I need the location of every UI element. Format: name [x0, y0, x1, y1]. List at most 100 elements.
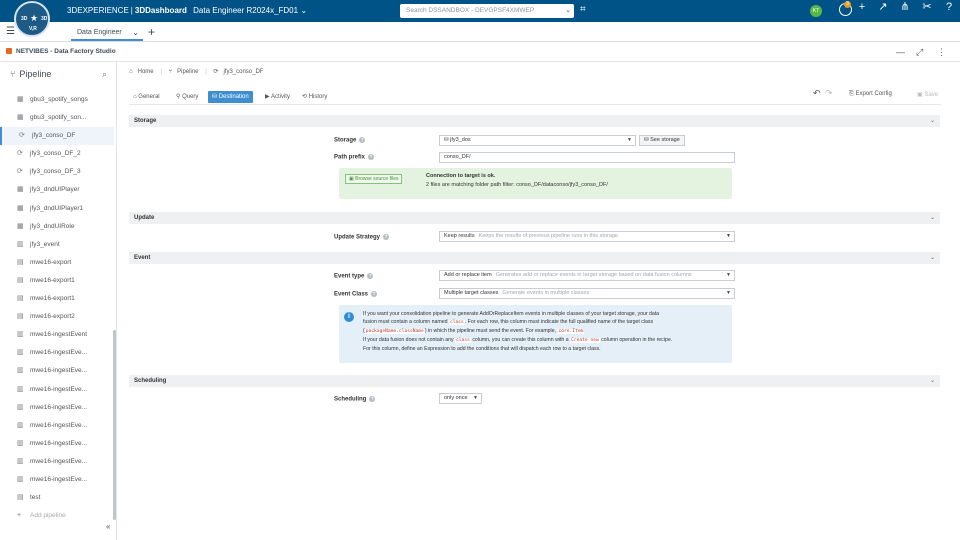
- pipeline-type-icon: ▥: [17, 349, 24, 357]
- compass-logo-icon[interactable]: 3D ★ 3D V,R: [14, 1, 50, 37]
- event-type-select[interactable]: Add or replace item Generates add or repl…: [439, 270, 735, 281]
- help-icon[interactable]: ?: [367, 273, 374, 279]
- sidebar-item-pipeline[interactable]: ▥ mwe16-ingestEve...: [0, 399, 114, 417]
- sidebar-item-pipeline[interactable]: ▤ mwe16-export2: [0, 308, 114, 326]
- tab-activity[interactable]: ▶ Activity: [261, 91, 294, 103]
- sidebar-item-pipeline[interactable]: ▤ mwe16-export: [0, 254, 114, 272]
- help-icon[interactable]: ?: [942, 0, 956, 14]
- add-icon: +: [17, 512, 22, 520]
- search-scope-chevron-icon[interactable]: ⌄: [565, 6, 571, 14]
- path-prefix-input[interactable]: conso_DF/: [439, 152, 735, 163]
- sidebar-item-pipeline[interactable]: ▤ mwe16-export1: [0, 272, 114, 290]
- scheduling-select[interactable]: only once ▼: [439, 393, 482, 404]
- info-text-7: column, you can create this column with …: [472, 337, 569, 343]
- add-tab-icon[interactable]: +: [148, 25, 155, 39]
- hamburger-menu-icon[interactable]: ☰: [6, 26, 15, 37]
- tab-general[interactable]: ⌂ General: [129, 91, 164, 103]
- pipeline-type-icon: ▦: [17, 204, 24, 212]
- help-icon[interactable]: ?: [371, 291, 378, 297]
- sidebar-item-pipeline[interactable]: ▥ mwe16-ingestEve...: [0, 344, 114, 362]
- sidebar-item-pipeline[interactable]: ▤ mwe16-export1: [0, 290, 114, 308]
- sidebar-item-pipeline[interactable]: ▥ mwe16-ingestEve...: [0, 453, 114, 471]
- sidebar-item-pipeline[interactable]: ▦ gbu3_spotify_son...: [0, 109, 114, 127]
- browse-source-files-button[interactable]: ▣ Browse source files: [345, 174, 403, 184]
- storage-label: Storage?: [334, 137, 366, 144]
- sidebar-item-pipeline[interactable]: ⟳ jfy3_conso_DF: [0, 127, 114, 146]
- collapse-sidebar-icon[interactable]: «: [106, 522, 110, 531]
- sidebar-item-pipeline[interactable]: ▦ jfy3_dndUIRole: [0, 218, 114, 236]
- breadcrumb-pipeline[interactable]: Pipeline: [177, 69, 198, 75]
- search-placeholder: Search DSSANDBOX - DEVGPSF4XMWEP: [406, 7, 535, 14]
- dashboard-context[interactable]: Data Engineer R2024x_FD01: [193, 6, 298, 15]
- see-storage-button[interactable]: ⛁ See storage: [639, 135, 685, 146]
- connection-status-box: ▣ Browse source files Connection to targ…: [339, 168, 732, 199]
- sidebar-item-pipeline[interactable]: ▥ mwe16-ingestEve...: [0, 381, 114, 399]
- help-icon[interactable]: ?: [359, 137, 366, 143]
- section-collapse-chevron-icon[interactable]: ⌄: [930, 115, 935, 127]
- tools-icon[interactable]: ✂: [920, 0, 934, 14]
- sidebar-item-pipeline[interactable]: ▥ mwe16-ingestEve...: [0, 417, 114, 435]
- breadcrumb-home[interactable]: Home: [138, 69, 154, 75]
- sidebar-search-icon[interactable]: ⌕: [102, 69, 107, 80]
- sidebar-item-pipeline[interactable]: ▤ test: [0, 489, 114, 507]
- sidebar-item-pipeline[interactable]: ▥ jfy3_event: [0, 236, 114, 254]
- sidebar-item-pipeline[interactable]: ⟳ jfy3_conso_DF_3: [0, 163, 114, 181]
- sidebar-item-label: mwe16-ingestEve...: [30, 367, 88, 375]
- share-icon[interactable]: ↗: [876, 0, 890, 14]
- search-input[interactable]: Search DSSANDBOX - DEVGPSF4XMWEP ⌄: [400, 4, 574, 18]
- section-collapse-chevron-icon[interactable]: ⌄: [930, 252, 935, 264]
- tab-history[interactable]: ⟲ History: [298, 91, 331, 103]
- event-class-select[interactable]: Multiple target classes Generate events i…: [439, 288, 735, 299]
- event-class-value: Multiple target classes: [444, 290, 499, 296]
- pipeline-crumb-icon: ⑂: [168, 69, 173, 75]
- sidebar-item-pipeline[interactable]: ▦ jfy3_dndUIPlayer1: [0, 200, 114, 218]
- undo-icon[interactable]: ↶: [813, 88, 821, 99]
- help-icon[interactable]: ?: [368, 154, 375, 160]
- redo-icon[interactable]: ↷: [825, 88, 833, 99]
- info-text-9: For this column, define an Expression to…: [363, 346, 601, 352]
- section-collapse-chevron-icon[interactable]: ⌄: [930, 375, 935, 387]
- export-config-button[interactable]: ⎘ Export Config: [849, 91, 892, 98]
- plus-icon[interactable]: +: [855, 0, 869, 14]
- home-icon[interactable]: ⌂: [129, 69, 133, 75]
- tab-data-engineer[interactable]: Data Engineer ⌄: [71, 24, 143, 41]
- more-options-icon[interactable]: ⋮: [937, 47, 946, 58]
- tab-destination[interactable]: ⛁ Destination: [208, 91, 253, 103]
- sidebar-scrollbar[interactable]: [113, 330, 116, 520]
- pipeline-type-icon: ▥: [17, 439, 24, 447]
- storage-select[interactable]: ⛁ jfy3_dos ▼: [439, 135, 636, 146]
- brand-app: 3DDashboard: [134, 6, 187, 15]
- section-storage[interactable]: Storage ⌄: [129, 115, 940, 127]
- tab-chevron-icon[interactable]: ⌄: [132, 28, 139, 37]
- add-pipeline-button[interactable]: + Add pipeline: [0, 507, 114, 525]
- maximize-icon[interactable]: ⤢: [916, 47, 923, 58]
- section-collapse-chevron-icon[interactable]: ⌄: [930, 212, 935, 224]
- event-type-hint: Generates add or replace events in targe…: [495, 272, 692, 278]
- section-update[interactable]: Update ⌄: [129, 212, 940, 224]
- save-button[interactable]: ▣ Save: [917, 91, 938, 98]
- sidebar-item-pipeline[interactable]: ▥ mwe16-ingestEvent: [0, 326, 114, 344]
- help-icon[interactable]: ?: [383, 234, 390, 240]
- section-event[interactable]: Event ⌄: [129, 252, 940, 264]
- avatar[interactable]: KT: [810, 5, 822, 17]
- tab-query[interactable]: ⚲ Query: [172, 91, 202, 103]
- info-code-class-2: class: [455, 338, 471, 343]
- sidebar-item-pipeline[interactable]: ▥ mwe16-ingestEve...: [0, 362, 114, 380]
- network-icon[interactable]: ⋔: [898, 0, 912, 14]
- sidebar-item-pipeline[interactable]: ⟳ jfy3_conso_DF_2: [0, 145, 114, 163]
- section-scheduling[interactable]: Scheduling ⌄: [129, 375, 940, 387]
- sidebar-item-pipeline[interactable]: ▥ mwe16-ingestEve...: [0, 471, 114, 489]
- sidebar-item-label: mwe16-export1: [30, 295, 75, 303]
- update-strategy-select[interactable]: Keep results Keeps the results of previou…: [439, 231, 735, 242]
- info-text-5: ) in which the pipeline must send the ev…: [424, 328, 557, 334]
- sidebar-item-label: test: [30, 494, 41, 502]
- tag-icon[interactable]: ⌗: [580, 4, 586, 15]
- help-icon[interactable]: ?: [369, 396, 376, 402]
- sidebar-item-pipeline[interactable]: ▦ gbu3_spotify_songs: [0, 91, 114, 109]
- sidebar-item-pipeline[interactable]: ▦ jfy3_dndUIPlayer: [0, 181, 114, 199]
- breadcrumb-separator: |: [160, 69, 162, 75]
- minimize-icon[interactable]: —: [896, 47, 905, 57]
- sidebar-item-pipeline[interactable]: ▥ mwe16-ingestEve...: [0, 435, 114, 453]
- sidebar-item-label: mwe16-ingestEve...: [30, 385, 88, 393]
- context-chevron-icon[interactable]: ⌄: [300, 6, 307, 15]
